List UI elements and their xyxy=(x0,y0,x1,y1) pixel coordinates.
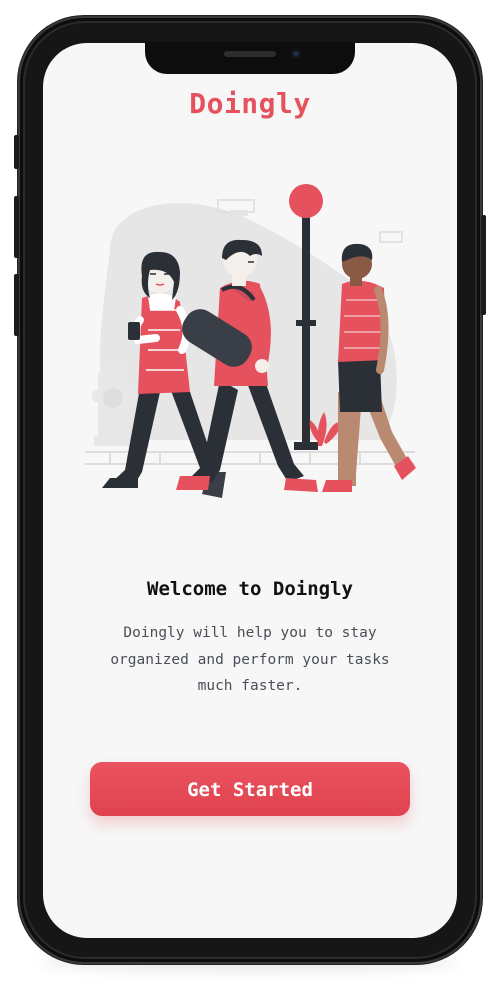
silent-switch xyxy=(14,135,19,169)
power-button xyxy=(481,215,486,315)
speaker-grille xyxy=(224,51,276,57)
front-camera xyxy=(290,48,302,60)
people-walking-illustration xyxy=(85,184,416,498)
welcome-description: Doingly will help you to stay organized … xyxy=(110,625,390,694)
welcome-title: Welcome to Doingly xyxy=(147,578,353,600)
volume-down-button xyxy=(14,274,19,336)
volume-up-button xyxy=(14,196,19,258)
notch xyxy=(145,42,355,74)
app-logo: Doingly xyxy=(189,87,311,120)
get-started-button[interactable]: Get Started xyxy=(90,762,410,816)
